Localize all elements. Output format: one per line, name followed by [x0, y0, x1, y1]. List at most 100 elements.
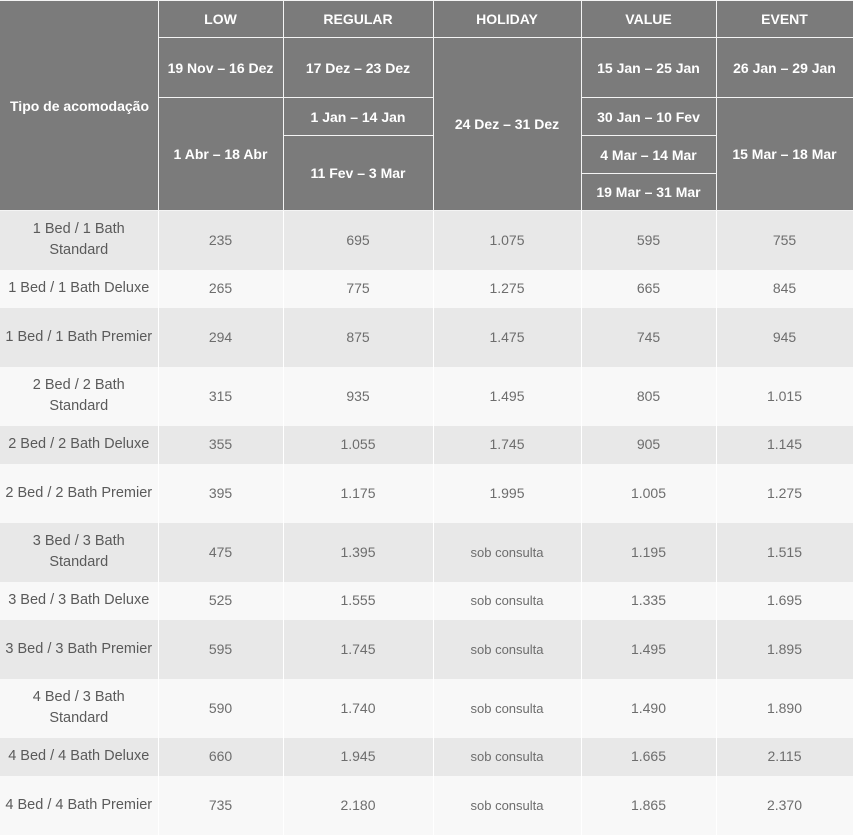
rate-holiday: 1.075	[433, 210, 582, 270]
accommodation-name: 1 Bed / 1 Bath Premier	[0, 307, 159, 367]
rate-holiday: 1.475	[433, 307, 582, 367]
table-row: 1 Bed / 1 Bath Deluxe 265 775 1.275 665 …	[0, 269, 853, 308]
season-header-value: VALUE	[580, 0, 717, 38]
rate-holiday: 1.745	[433, 425, 582, 464]
period-value-4: 19 Mar – 31 Mar	[580, 173, 717, 211]
accommodation-name: 4 Bed / 4 Bath Deluxe	[0, 737, 159, 776]
accommodation-name: 4 Bed / 3 Bath Standard	[0, 678, 159, 738]
rate-event: 1.895	[716, 619, 853, 679]
accommodation-type-header: Tipo de acomodação	[0, 0, 159, 211]
rate-value: 745	[581, 307, 717, 367]
period-holiday-1: 24 Dez – 31 Dez	[432, 37, 582, 211]
rate-event: 1.275	[716, 463, 853, 523]
rate-regular: 875	[283, 307, 434, 367]
rates-table: Tipo de acomodação LOW REGULAR HOLIDAY V…	[0, 0, 853, 835]
rate-value: 905	[581, 425, 717, 464]
table-row: 2 Bed / 2 Bath Deluxe 355 1.055 1.745 90…	[0, 425, 853, 464]
rate-low: 265	[158, 269, 284, 308]
rate-low: 395	[158, 463, 284, 523]
rate-low: 235	[158, 210, 284, 270]
rate-value: 665	[581, 269, 717, 308]
rate-event: 1.695	[716, 581, 853, 620]
table-row: 3 Bed / 3 Bath Standard 475 1.395 sob co…	[0, 522, 853, 582]
season-header-low: LOW	[157, 0, 284, 38]
rate-event: 845	[716, 269, 853, 308]
table-row: 2 Bed / 2 Bath Standard 315 935 1.495 80…	[0, 366, 853, 426]
period-event-2: 15 Mar – 18 Mar	[715, 97, 853, 211]
accommodation-name: 3 Bed / 3 Bath Standard	[0, 522, 159, 582]
rate-event: 1.515	[716, 522, 853, 582]
rate-regular: 1.395	[283, 522, 434, 582]
rate-event: 2.115	[716, 737, 853, 776]
rate-event: 945	[716, 307, 853, 367]
table-row: 4 Bed / 4 Bath Premier 735 2.180 sob con…	[0, 775, 853, 835]
rate-low: 525	[158, 581, 284, 620]
rate-low: 475	[158, 522, 284, 582]
rate-regular: 1.555	[283, 581, 434, 620]
rate-event: 1.890	[716, 678, 853, 738]
rate-holiday: 1.495	[433, 366, 582, 426]
rate-regular: 1.055	[283, 425, 434, 464]
rate-regular: 1.945	[283, 737, 434, 776]
accommodation-name: 1 Bed / 1 Bath Deluxe	[0, 269, 159, 308]
table-row: 3 Bed / 3 Bath Deluxe 525 1.555 sob cons…	[0, 581, 853, 620]
rate-regular: 1.175	[283, 463, 434, 523]
period-regular-2: 1 Jan – 14 Jan	[282, 97, 434, 136]
period-regular-1: 17 Dez – 23 Dez	[282, 37, 434, 98]
table-row: 1 Bed / 1 Bath Premier 294 875 1.475 745…	[0, 307, 853, 367]
rate-holiday: sob consulta	[433, 581, 582, 620]
rate-holiday: sob consulta	[433, 522, 582, 582]
period-low-2: 1 Abr – 18 Abr	[157, 97, 284, 211]
season-header-regular: REGULAR	[282, 0, 434, 38]
rate-low: 595	[158, 619, 284, 679]
rate-value: 1.865	[581, 775, 717, 835]
rate-low: 315	[158, 366, 284, 426]
table-row: 3 Bed / 3 Bath Premier 595 1.745 sob con…	[0, 619, 853, 679]
rate-value: 805	[581, 366, 717, 426]
accommodation-name: 4 Bed / 4 Bath Premier	[0, 775, 159, 835]
rate-value: 1.005	[581, 463, 717, 523]
accommodation-name: 2 Bed / 2 Bath Deluxe	[0, 425, 159, 464]
rate-event: 2.370	[716, 775, 853, 835]
rate-regular: 1.740	[283, 678, 434, 738]
accommodation-name: 3 Bed / 3 Bath Premier	[0, 619, 159, 679]
table-row: 2 Bed / 2 Bath Premier 395 1.175 1.995 1…	[0, 463, 853, 523]
table-row: 1 Bed / 1 Bath Standard 235 695 1.075 59…	[0, 210, 853, 270]
rates-table-header: Tipo de acomodação LOW REGULAR HOLIDAY V…	[0, 0, 853, 211]
rate-holiday: sob consulta	[433, 737, 582, 776]
rate-holiday: sob consulta	[433, 775, 582, 835]
table-row: 4 Bed / 3 Bath Standard 590 1.740 sob co…	[0, 678, 853, 738]
rates-table-body: 1 Bed / 1 Bath Standard 235 695 1.075 59…	[0, 210, 853, 835]
rate-regular: 775	[283, 269, 434, 308]
season-header-event: EVENT	[715, 0, 853, 38]
rate-low: 294	[158, 307, 284, 367]
accommodation-name: 1 Bed / 1 Bath Standard	[0, 210, 159, 270]
rate-value: 1.195	[581, 522, 717, 582]
accommodation-name: 2 Bed / 2 Bath Standard	[0, 366, 159, 426]
period-event-1: 26 Jan – 29 Jan	[715, 37, 853, 98]
period-value-3: 4 Mar – 14 Mar	[580, 135, 717, 174]
period-value-1: 15 Jan – 25 Jan	[580, 37, 717, 98]
rate-value: 595	[581, 210, 717, 270]
period-value-2: 30 Jan – 10 Fev	[580, 97, 717, 136]
accommodation-name: 2 Bed / 2 Bath Premier	[0, 463, 159, 523]
rate-holiday: sob consulta	[433, 619, 582, 679]
rate-low: 590	[158, 678, 284, 738]
rate-value: 1.490	[581, 678, 717, 738]
rate-regular: 935	[283, 366, 434, 426]
rate-regular: 695	[283, 210, 434, 270]
rate-low: 735	[158, 775, 284, 835]
rate-event: 1.145	[716, 425, 853, 464]
period-low-1: 19 Nov – 16 Dez	[157, 37, 284, 98]
rate-low: 660	[158, 737, 284, 776]
rate-event: 1.015	[716, 366, 853, 426]
rate-value: 1.335	[581, 581, 717, 620]
rate-event: 755	[716, 210, 853, 270]
rate-value: 1.665	[581, 737, 717, 776]
accommodation-name: 3 Bed / 3 Bath Deluxe	[0, 581, 159, 620]
rate-holiday: 1.275	[433, 269, 582, 308]
season-header-holiday: HOLIDAY	[432, 0, 582, 38]
rate-regular: 1.745	[283, 619, 434, 679]
rate-value: 1.495	[581, 619, 717, 679]
rate-low: 355	[158, 425, 284, 464]
